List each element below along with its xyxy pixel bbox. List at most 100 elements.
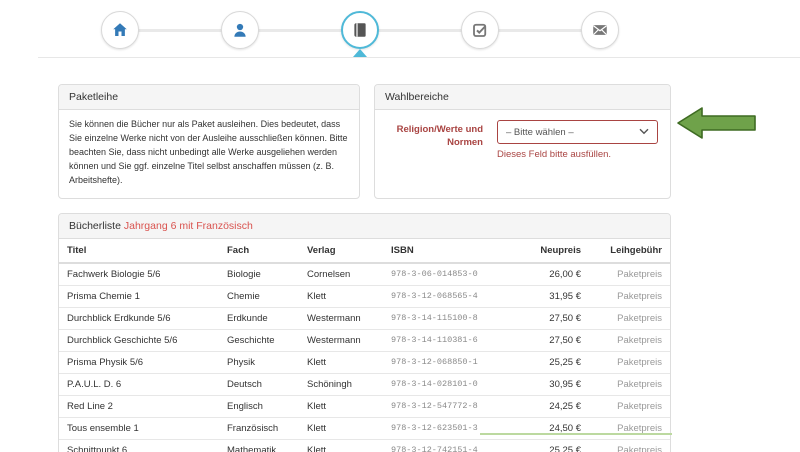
- cell-leihgebuehr: Paketpreis: [589, 373, 670, 395]
- col-header-fach: Fach: [219, 239, 299, 263]
- cell-titel: Fachwerk Biologie 5/6: [59, 263, 219, 286]
- col-header-titel: Titel: [59, 239, 219, 263]
- table-row: Durchblick Geschichte 5/6 Geschichte Wes…: [59, 329, 670, 351]
- cell-fach: Physik: [219, 351, 299, 373]
- cell-titel: Durchblick Geschichte 5/6: [59, 329, 219, 351]
- cell-fach: Mathematik: [219, 439, 299, 452]
- page: Paketleihe Sie können die Bücher nur als…: [0, 0, 800, 452]
- step-user[interactable]: [221, 11, 259, 49]
- table-row: Prisma Physik 5/6 Physik Klett 978-3-12-…: [59, 351, 670, 373]
- cell-neupreis: 24,25 €: [501, 395, 589, 417]
- home-icon: [111, 21, 129, 39]
- cell-verlag: Schöningh: [299, 373, 383, 395]
- paketleihe-text: Sie können die Bücher nur als Paket ausl…: [69, 118, 349, 188]
- chevron-down-icon: [639, 127, 649, 138]
- main-content: Paketleihe Sie können die Bücher nur als…: [58, 84, 671, 452]
- cell-neupreis: 26,00 €: [501, 263, 589, 286]
- cell-fach: Englisch: [219, 395, 299, 417]
- header-divider: [38, 57, 800, 58]
- cell-isbn: 978-3-12-547772-8: [383, 395, 501, 417]
- cell-leihgebuehr: Paketpreis: [589, 395, 670, 417]
- table-row: Tous ensemble 1 Französisch Klett 978-3-…: [59, 417, 670, 439]
- cell-leihgebuehr: Paketpreis: [589, 285, 670, 307]
- cell-titel: Tous ensemble 1: [59, 417, 219, 439]
- cell-leihgebuehr: Paketpreis: [589, 439, 670, 452]
- cell-fach: Geschichte: [219, 329, 299, 351]
- cell-fach: Chemie: [219, 285, 299, 307]
- cell-verlag: Klett: [299, 439, 383, 452]
- wahlbereiche-panel: Wahlbereiche Religion/Werte und Normen –…: [374, 84, 671, 199]
- cell-isbn: 978-3-12-742151-4: [383, 439, 501, 452]
- user-icon: [231, 21, 249, 39]
- paketleihe-panel: Paketleihe Sie können die Bücher nur als…: [58, 84, 360, 199]
- table-row: Prisma Chemie 1 Chemie Klett 978-3-12-06…: [59, 285, 670, 307]
- buecherliste-title-highlight: Jahrgang 6 mit Französisch: [124, 220, 253, 232]
- cell-verlag: Klett: [299, 351, 383, 373]
- book-icon: [351, 21, 369, 39]
- cell-leihgebuehr: Paketpreis: [589, 263, 670, 286]
- books-table: Titel Fach Verlag ISBN Neupreis Leihgebü…: [59, 239, 670, 452]
- cell-titel: Prisma Physik 5/6: [59, 351, 219, 373]
- cell-neupreis: 24,50 €: [501, 417, 589, 439]
- cell-fach: Deutsch: [219, 373, 299, 395]
- cell-isbn: 978-3-06-014853-0: [383, 263, 501, 286]
- cell-verlag: Klett: [299, 417, 383, 439]
- cell-isbn: 978-3-14-110381-6: [383, 329, 501, 351]
- cell-titel: Prisma Chemie 1: [59, 285, 219, 307]
- buecherliste-title-prefix: Bücherliste: [69, 220, 121, 232]
- cell-verlag: Cornelsen: [299, 263, 383, 286]
- cell-neupreis: 27,50 €: [501, 329, 589, 351]
- attention-arrow-icon: [676, 105, 758, 141]
- cell-isbn: 978-3-14-115100-8: [383, 307, 501, 329]
- table-row: Schnittpunkt 6 Mathematik Klett 978-3-12…: [59, 439, 670, 452]
- cell-isbn: 978-3-12-623501-3: [383, 417, 501, 439]
- cell-verlag: Westermann: [299, 329, 383, 351]
- wahlbereiche-title: Wahlbereiche: [375, 85, 670, 110]
- cell-titel: Durchblick Erdkunde 5/6: [59, 307, 219, 329]
- cell-verlag: Westermann: [299, 307, 383, 329]
- table-row: P.A.U.L. D. 6 Deutsch Schöningh 978-3-14…: [59, 373, 670, 395]
- col-header-neupreis: Neupreis: [501, 239, 589, 263]
- envelope-icon: [591, 21, 609, 39]
- cell-neupreis: 31,95 €: [501, 285, 589, 307]
- cell-isbn: 978-3-12-068565-4: [383, 285, 501, 307]
- religion-field-label: Religion/Werte und Normen: [387, 120, 483, 160]
- cell-fach: Französisch: [219, 417, 299, 439]
- cell-verlag: Klett: [299, 395, 383, 417]
- table-row: Red Line 2 Englisch Klett 978-3-12-54777…: [59, 395, 670, 417]
- cell-verlag: Klett: [299, 285, 383, 307]
- cell-fach: Biologie: [219, 263, 299, 286]
- step-mail[interactable]: [581, 11, 619, 49]
- cell-leihgebuehr: Paketpreis: [589, 417, 670, 439]
- buecherliste-title: Bücherliste Jahrgang 6 mit Französisch: [59, 214, 670, 239]
- buecherliste-panel: Bücherliste Jahrgang 6 mit Französisch T…: [58, 213, 671, 452]
- paketleihe-title: Paketleihe: [59, 85, 359, 110]
- cell-neupreis: 25,25 €: [501, 351, 589, 373]
- cell-isbn: 978-3-12-068850-1: [383, 351, 501, 373]
- col-header-leihgebuehr: Leihgebühr: [589, 239, 670, 263]
- religion-select-value: – Bitte wählen –: [506, 127, 574, 138]
- active-step-caret: [353, 49, 367, 57]
- cell-titel: Red Line 2: [59, 395, 219, 417]
- check-square-icon: [471, 21, 489, 39]
- cell-neupreis: 27,50 €: [501, 307, 589, 329]
- table-header-row: Titel Fach Verlag ISBN Neupreis Leihgebü…: [59, 239, 670, 263]
- progress-stepper: [0, 0, 800, 58]
- step-home[interactable]: [101, 11, 139, 49]
- cell-leihgebuehr: Paketpreis: [589, 351, 670, 373]
- table-row: Durchblick Erdkunde 5/6 Erdkunde Westerm…: [59, 307, 670, 329]
- cell-isbn: 978-3-14-028101-0: [383, 373, 501, 395]
- col-header-isbn: ISBN: [383, 239, 501, 263]
- cell-leihgebuehr: Paketpreis: [589, 307, 670, 329]
- cell-neupreis: 30,95 €: [501, 373, 589, 395]
- cell-leihgebuehr: Paketpreis: [589, 329, 670, 351]
- cell-titel: Schnittpunkt 6: [59, 439, 219, 452]
- partial-next-panel-border: [480, 433, 672, 435]
- religion-field-error: Dieses Feld bitte ausfüllen.: [497, 149, 658, 160]
- step-books[interactable]: [341, 11, 379, 49]
- step-confirm[interactable]: [461, 11, 499, 49]
- cell-neupreis: 25,25 €: [501, 439, 589, 452]
- religion-select[interactable]: – Bitte wählen –: [497, 120, 658, 144]
- col-header-verlag: Verlag: [299, 239, 383, 263]
- table-row: Fachwerk Biologie 5/6 Biologie Cornelsen…: [59, 263, 670, 286]
